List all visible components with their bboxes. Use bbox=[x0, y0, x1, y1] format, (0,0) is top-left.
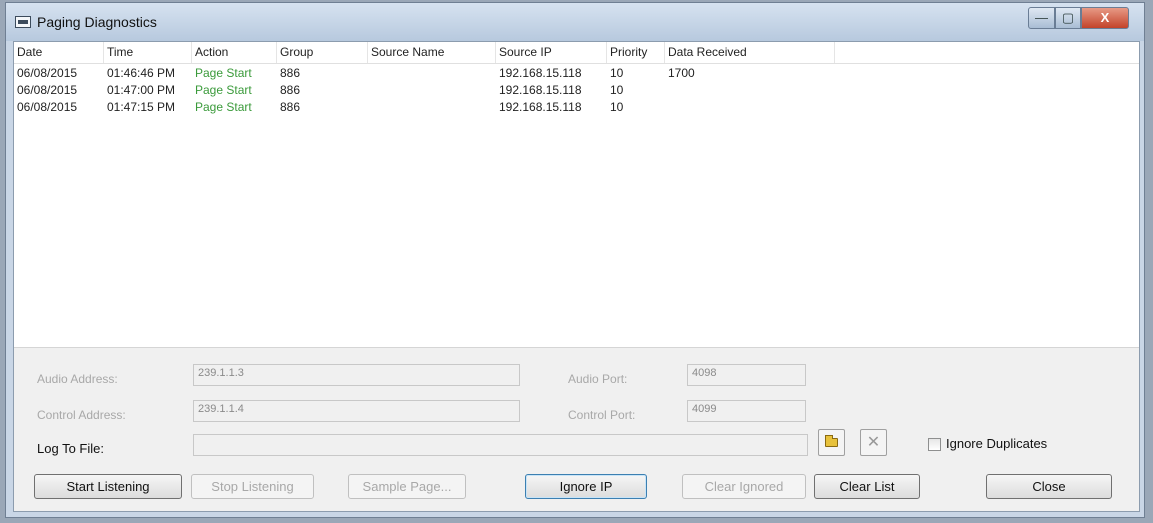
log-to-file-label: Log To File: bbox=[37, 441, 104, 456]
control-address-label: Control Address: bbox=[37, 408, 126, 422]
cell-priority: 10 bbox=[610, 66, 624, 80]
cell-data-received: 1700 bbox=[668, 66, 695, 80]
ignore-duplicates-label: Ignore Duplicates bbox=[946, 436, 1048, 451]
cell-action: Page Start bbox=[195, 66, 252, 80]
audio-address-label: Audio Address: bbox=[37, 372, 118, 386]
cell-group: 886 bbox=[280, 66, 301, 80]
column-header-source-name[interactable]: Source Name bbox=[368, 42, 496, 63]
browse-log-file-button[interactable] bbox=[818, 429, 845, 456]
column-header-source-ip[interactable]: Source IP bbox=[496, 42, 607, 63]
minimize-button[interactable]: — bbox=[1028, 7, 1055, 29]
ignore-duplicates-checkbox[interactable] bbox=[928, 438, 941, 451]
folder-icon bbox=[825, 435, 838, 447]
window-title: Paging Diagnostics bbox=[37, 14, 157, 30]
close-window-button[interactable]: X bbox=[1081, 7, 1129, 29]
control-address-field[interactable]: 239.1.1.4 bbox=[193, 400, 520, 422]
list-row[interactable]: 06/08/2015 01:46:46 PM Page Start 886 19… bbox=[14, 65, 1139, 81]
column-header-time[interactable]: Time bbox=[104, 42, 192, 63]
cell-source-ip: 192.168.15.118 bbox=[499, 83, 582, 97]
cell-priority: 10 bbox=[610, 83, 624, 97]
stop-listening-button[interactable]: Stop Listening bbox=[191, 474, 314, 499]
ignore-ip-button[interactable]: Ignore IP bbox=[525, 474, 647, 499]
cell-date: 06/08/2015 bbox=[17, 83, 78, 97]
cell-time: 01:46:46 PM bbox=[107, 66, 176, 80]
cell-action: Page Start bbox=[195, 100, 252, 114]
dialog-client-area: Date Time Action Group Source Name Sourc… bbox=[13, 41, 1140, 512]
log-file-path-field[interactable] bbox=[193, 434, 808, 456]
control-port-field[interactable]: 4099 bbox=[687, 400, 806, 422]
list-row[interactable]: 06/08/2015 01:47:15 PM Page Start 886 19… bbox=[14, 99, 1139, 115]
audio-port-label: Audio Port: bbox=[568, 372, 628, 386]
control-port-label: Control Port: bbox=[568, 408, 636, 422]
column-header-data-received[interactable]: Data Received bbox=[665, 42, 835, 63]
cell-group: 886 bbox=[280, 83, 301, 97]
cell-date: 06/08/2015 bbox=[17, 100, 78, 114]
clear-log-file-button[interactable]: ✕ bbox=[860, 429, 887, 456]
title-bar[interactable]: Paging Diagnostics — ▢ X bbox=[6, 3, 1144, 41]
maximize-button[interactable]: ▢ bbox=[1055, 7, 1081, 29]
cell-source-ip: 192.168.15.118 bbox=[499, 66, 582, 80]
audio-port-field[interactable]: 4098 bbox=[687, 364, 806, 386]
column-header-date[interactable]: Date bbox=[14, 42, 104, 63]
diagnostics-list[interactable]: Date Time Action Group Source Name Sourc… bbox=[14, 42, 1139, 348]
x-icon: ✕ bbox=[866, 434, 881, 451]
cell-time: 01:47:00 PM bbox=[107, 83, 176, 97]
cell-action: Page Start bbox=[195, 83, 252, 97]
cell-source-ip: 192.168.15.118 bbox=[499, 100, 582, 114]
close-button[interactable]: Close bbox=[986, 474, 1112, 499]
cell-date: 06/08/2015 bbox=[17, 66, 78, 80]
cell-group: 886 bbox=[280, 100, 301, 114]
audio-address-field[interactable]: 239.1.1.3 bbox=[193, 364, 520, 386]
list-header: Date Time Action Group Source Name Sourc… bbox=[14, 42, 1139, 64]
clear-list-button[interactable]: Clear List bbox=[814, 474, 920, 499]
column-header-priority[interactable]: Priority bbox=[607, 42, 665, 63]
cell-time: 01:47:15 PM bbox=[107, 100, 176, 114]
start-listening-button[interactable]: Start Listening bbox=[34, 474, 182, 499]
list-row[interactable]: 06/08/2015 01:47:00 PM Page Start 886 19… bbox=[14, 82, 1139, 98]
app-window-icon bbox=[15, 16, 31, 28]
clear-ignored-button[interactable]: Clear Ignored bbox=[682, 474, 806, 499]
sample-page-button[interactable]: Sample Page... bbox=[348, 474, 466, 499]
cell-priority: 10 bbox=[610, 100, 624, 114]
column-header-action[interactable]: Action bbox=[192, 42, 277, 63]
column-header-group[interactable]: Group bbox=[277, 42, 368, 63]
paging-diagnostics-window: Paging Diagnostics — ▢ X Date Time Actio… bbox=[5, 2, 1145, 518]
